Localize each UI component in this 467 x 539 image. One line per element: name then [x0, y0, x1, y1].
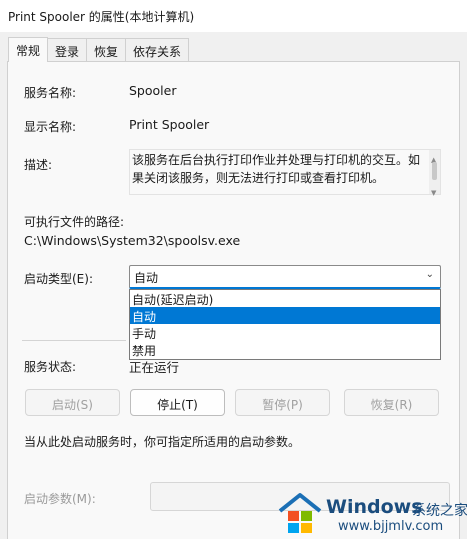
description-scrollbar[interactable]: ▲ ▼ [429, 150, 440, 197]
window-title: Print Spooler 的属性(本地计算机) [0, 0, 467, 32]
startup-type-select[interactable]: 自动 ⌄ [129, 265, 441, 289]
scroll-down-icon[interactable]: ▼ [431, 184, 436, 202]
service-status-label: 服务状态: [24, 360, 77, 374]
start-params-label: 启动参数(M): [24, 492, 96, 506]
watermark-url: www.bjjmlv.com [338, 519, 444, 534]
divider [22, 340, 126, 341]
display-name-value: Print Spooler [129, 117, 210, 132]
watermark: Windows 系统之家 www.bjjmlv.com [272, 489, 467, 539]
option-disabled[interactable]: 禁用 [130, 341, 440, 358]
tab-strip: 常规 登录 恢复 依存关系 [8, 37, 190, 62]
exe-path-value: C:\Windows\System32\spoolsv.exe [24, 233, 241, 248]
watermark-brand: Windows [326, 496, 423, 518]
service-name-label: 服务名称: [24, 86, 77, 100]
option-auto[interactable]: 自动 [130, 307, 440, 324]
watermark-brand-cn: 系统之家 [412, 503, 467, 519]
pause-button[interactable]: 暂停(P) [235, 389, 330, 416]
start-button[interactable]: 启动(S) [25, 389, 120, 416]
tab-general[interactable]: 常规 [8, 37, 49, 62]
scroll-thumb[interactable] [432, 162, 437, 180]
exe-path-label: 可执行文件的路径: [24, 215, 125, 229]
startup-type-dropdown[interactable]: 自动(延迟启动) 自动 手动 禁用 [129, 289, 441, 360]
option-manual[interactable]: 手动 [130, 324, 440, 341]
option-auto-delayed[interactable]: 自动(延迟启动) [130, 290, 440, 307]
resume-button[interactable]: 恢复(R) [344, 389, 439, 416]
tab-recovery[interactable]: 恢复 [86, 38, 127, 62]
description-box[interactable]: 该服务在后台执行打印作业并处理与打印机的交互。如果关闭该服务，则无法进行打印或查… [129, 149, 441, 197]
start-params-hint: 当从此处启动服务时，你可指定所适用的启动参数。 [24, 435, 301, 449]
windows-house-logo-icon [278, 493, 322, 533]
description-label: 描述: [24, 158, 53, 172]
stop-button[interactable]: 停止(T) [130, 389, 225, 416]
general-panel: 服务名称: Spooler 显示名称: Print Spooler 描述: 该服… [7, 61, 460, 539]
tab-logon[interactable]: 登录 [47, 38, 88, 62]
description-text: 该服务在后台执行打印作业并处理与打印机的交互。如果关闭该服务，则无法进行打印或查… [132, 153, 421, 185]
tab-dependencies[interactable]: 依存关系 [125, 38, 190, 62]
startup-type-value: 自动 [134, 271, 159, 285]
chevron-down-icon[interactable]: ⌄ [426, 269, 434, 280]
display-name-label: 显示名称: [24, 120, 77, 134]
startup-type-label: 启动类型(E): [24, 272, 93, 286]
service-name-value: Spooler [129, 83, 177, 98]
